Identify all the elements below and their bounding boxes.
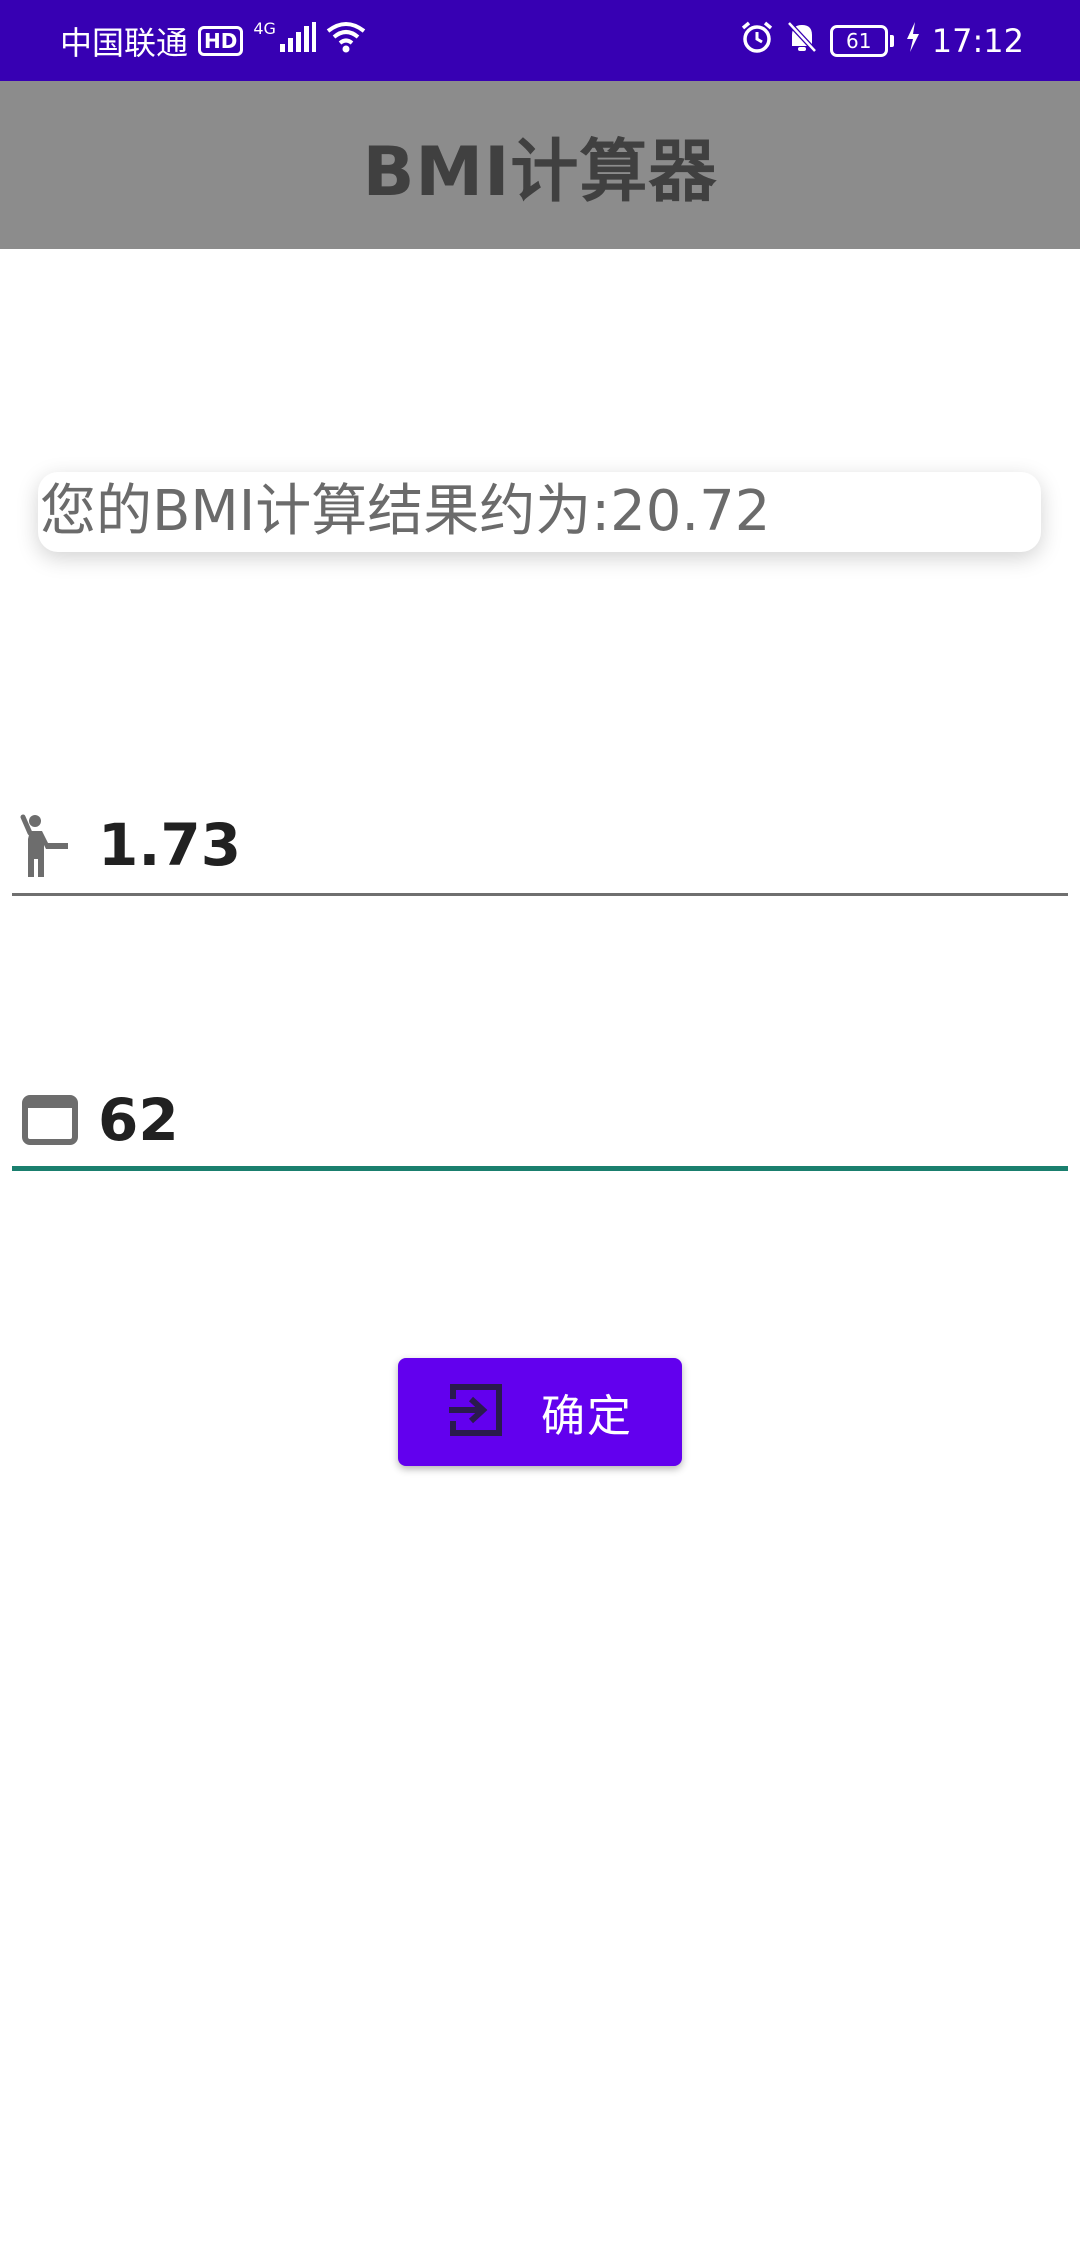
weight-underline — [12, 1166, 1068, 1171]
status-time: 17:12 — [931, 21, 1024, 60]
status-left: 中国联通 HD 4G — [60, 18, 366, 63]
network-type: 4G — [253, 19, 276, 38]
height-field[interactable] — [12, 795, 1068, 896]
confirm-button[interactable]: 确定 — [398, 1358, 682, 1466]
confirm-button-label: 确定 — [541, 1391, 633, 1442]
charging-icon — [906, 21, 920, 60]
bmi-result-text: 您的BMI计算结果约为:20.72 — [40, 479, 771, 544]
page-title: BMI计算器 — [362, 132, 718, 212]
battery-level: 61 — [829, 24, 888, 57]
result-card: 您的BMI计算结果约为:20.72 — [38, 472, 1041, 552]
weight-input[interactable] — [98, 1070, 998, 1170]
signal-icon — [279, 21, 316, 60]
height-underline — [12, 893, 1068, 896]
battery-icon: 61 — [829, 24, 894, 57]
wifi-icon — [326, 21, 366, 61]
window-icon — [20, 1088, 80, 1152]
bell-off-icon — [786, 20, 818, 62]
alarm-icon — [740, 20, 774, 62]
status-bar: 中国联通 HD 4G 61 17:12 — [0, 0, 1080, 81]
app-bar: BMI计算器 — [0, 81, 1080, 249]
height-input[interactable] — [98, 795, 998, 895]
status-right: 61 17:12 — [740, 18, 1024, 63]
carrier-name: 中国联通 — [60, 23, 189, 62]
battery-tip — [889, 34, 894, 47]
weight-field[interactable] — [12, 1070, 1068, 1171]
login-icon — [447, 1381, 505, 1443]
hd-badge: HD — [198, 25, 244, 56]
person-icon — [20, 813, 80, 877]
